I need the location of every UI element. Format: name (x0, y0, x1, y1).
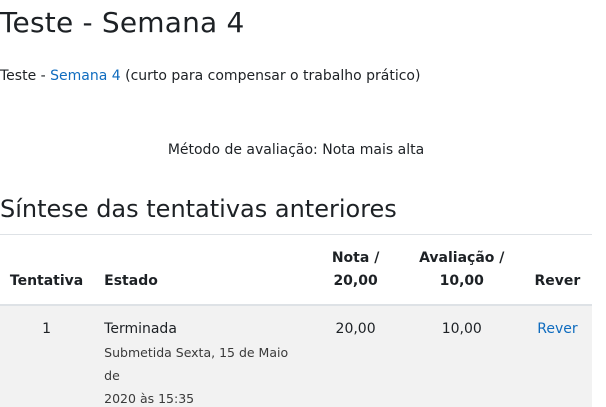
column-header-mark-max: 10,00 (439, 273, 484, 289)
summary-title: Síntese das tentativas anteriores (0, 195, 397, 223)
attempt-state-cell: Terminada Submetida Sexta, 15 de Maio de… (93, 305, 311, 407)
attempt-review-cell: Rever (522, 305, 592, 407)
attempt-number: 1 (0, 305, 94, 407)
attempt-submitted-line1: Submetida Sexta, 15 de Maio de (104, 345, 289, 383)
column-header-mark-label: Avaliação / (419, 250, 505, 266)
week-link[interactable]: Semana 4 (50, 68, 121, 84)
column-header-grade-max: 20,00 (333, 273, 378, 289)
intro-suffix: (curto para compensar o trabalho prático… (120, 68, 421, 84)
quiz-view-page: Teste - Semana 4 Teste - Semana 4 (curto… (0, 0, 606, 407)
column-header-state: Estado (93, 234, 311, 306)
column-header-grade-label: Nota / (331, 250, 380, 266)
column-header-grade: Nota / 20,00 (310, 234, 401, 306)
page-title: Teste - Semana 4 (0, 6, 245, 39)
attempts-summary-table: Tentativa Estado Nota / 20,00 Avaliação /… (0, 234, 592, 407)
column-header-review: Rever (522, 234, 592, 306)
grading-method: Método de avaliação: Nota mais alta (167, 142, 425, 158)
attempt-grade: 20,00 (310, 305, 401, 407)
review-link[interactable]: Rever (537, 321, 577, 337)
attempt-state: Terminada (104, 321, 177, 337)
quiz-intro: Teste - Semana 4 (curto para compensar o… (0, 68, 420, 84)
intro-prefix: Teste - (0, 68, 51, 84)
column-header-state-label: Estado (104, 273, 158, 289)
column-header-review-label: Rever (534, 273, 581, 289)
column-header-attempt-label: Tentativa (9, 273, 84, 289)
column-header-mark: Avaliação / 10,00 (400, 234, 523, 306)
table-row: 1 Terminada Submetida Sexta, 15 de Maio … (0, 305, 592, 407)
table-header-row: Tentativa Estado Nota / 20,00 Avaliação /… (0, 234, 592, 306)
attempt-mark: 10,00 (400, 305, 523, 407)
column-header-attempt: Tentativa (0, 234, 94, 306)
attempt-submitted-line2: 2020 às 15:35 (104, 391, 195, 406)
